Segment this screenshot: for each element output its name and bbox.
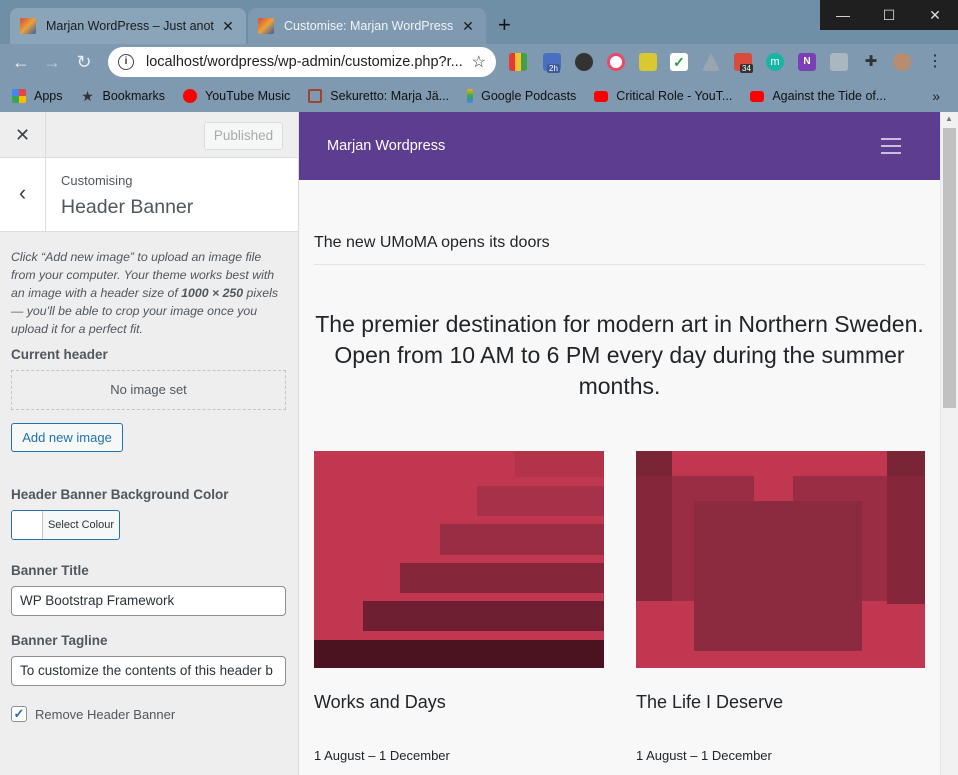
- tab-site[interactable]: Marjan WordPress – Just another ✕: [10, 8, 246, 44]
- add-new-image-button[interactable]: Add new image: [11, 423, 123, 452]
- youtube-icon: [750, 90, 765, 102]
- youtube-icon: [594, 90, 609, 102]
- bookmark-google-podcasts[interactable]: Google Podcasts: [467, 89, 576, 103]
- customizer-header: ✕ Published: [0, 112, 298, 158]
- sekuretto-icon: [308, 89, 323, 103]
- wordpress-favicon-icon: [258, 18, 274, 34]
- wordpress-favicon-icon: [20, 18, 36, 34]
- divider: [314, 264, 925, 265]
- keep-extension-icon[interactable]: [575, 53, 593, 71]
- puzzle-extensions-icon[interactable]: ✚: [862, 53, 880, 71]
- publish-button[interactable]: Published: [204, 122, 283, 150]
- banner-tagline-label: Banner Tagline: [11, 633, 108, 648]
- bookmarks-overflow-icon[interactable]: »: [932, 88, 940, 104]
- close-tab-icon[interactable]: ✕: [460, 18, 476, 35]
- close-tab-icon[interactable]: ✕: [220, 18, 236, 35]
- bookmark-against-the-tide[interactable]: Against the Tide of...: [750, 89, 886, 103]
- card-image-blocks[interactable]: [636, 451, 925, 668]
- banner-title-label: Banner Title: [11, 563, 89, 578]
- select-colour-button[interactable]: Select Colour: [11, 510, 120, 540]
- tab-customizer[interactable]: Customise: Marjan WordPress – J ✕: [248, 8, 486, 44]
- forward-arrow-icon[interactable]: →: [40, 50, 64, 74]
- todoist-extension-icon[interactable]: 34: [734, 53, 753, 73]
- remove-banner-checkbox[interactable]: ✓ Remove Header Banner: [11, 706, 175, 722]
- tab-title: Customise: Marjan WordPress – J: [284, 19, 454, 33]
- hamburger-menu-icon[interactable]: [881, 138, 901, 159]
- scroll-up-icon[interactable]: ▲: [945, 114, 953, 123]
- card-image-stairs[interactable]: [314, 451, 604, 668]
- bg-color-label: Header Banner Background Color: [11, 487, 229, 502]
- post-headline[interactable]: The new UMoMA opens its doors: [314, 234, 550, 252]
- preview-scrollbar[interactable]: ▲: [940, 112, 958, 775]
- window-controls: — ☐ ✕: [820, 0, 958, 30]
- section-header: ‹ Customising Header Banner: [0, 158, 298, 232]
- site-preview: Marjan Wordpress The new UMoMA opens its…: [299, 112, 940, 775]
- apps-grid-icon: [12, 89, 26, 103]
- header-image-description: Click “Add new image” to upload an image…: [11, 250, 278, 336]
- breadcrumb: Customising: [61, 173, 133, 188]
- record-extension-icon[interactable]: [607, 53, 625, 71]
- browser-window: Marjan WordPress – Just another ✕ Custom…: [0, 0, 958, 775]
- bookmark-star-icon[interactable]: ☆: [472, 52, 486, 72]
- url-text[interactable]: localhost/wordpress/wp-admin/customize.p…: [146, 54, 466, 70]
- close-window-button[interactable]: ✕: [912, 0, 958, 30]
- extension-icon[interactable]: [639, 53, 657, 71]
- bookmark-youtube-music[interactable]: YouTube Music: [183, 89, 290, 103]
- minimize-button[interactable]: —: [820, 0, 866, 30]
- star-icon: ★: [81, 88, 94, 104]
- back-arrow-icon[interactable]: ←: [9, 50, 33, 74]
- onenote-extension-icon[interactable]: N: [798, 53, 816, 71]
- menu-kebab-icon[interactable]: ⋮: [926, 53, 944, 71]
- browser-toolbar: ← → ↻ i localhost/wordpress/wp-admin/cus…: [0, 44, 958, 80]
- card-title[interactable]: Works and Days: [314, 692, 446, 713]
- tab-title: Marjan WordPress – Just another: [46, 19, 214, 33]
- bookmark-sekuretto[interactable]: Sekuretto: Marja Jä...: [308, 89, 449, 103]
- bookmark-bookmarks[interactable]: ★ Bookmarks: [81, 88, 165, 104]
- profile-avatar[interactable]: [893, 53, 911, 71]
- drive-extension-icon[interactable]: [702, 53, 720, 71]
- checkbox-check-icon[interactable]: ✓: [11, 706, 27, 722]
- current-header-label: Current header: [11, 347, 108, 362]
- lead-text: The premier destination for modern art i…: [315, 311, 924, 399]
- image-placeholder: No image set: [11, 370, 286, 410]
- close-icon[interactable]: ✕: [0, 112, 46, 158]
- site-info-icon[interactable]: i: [118, 54, 134, 70]
- google-podcasts-icon: [467, 89, 474, 103]
- youtube-music-icon: [183, 89, 198, 103]
- card-date: 1 August – 1 December: [314, 748, 450, 763]
- new-tab-button[interactable]: +: [498, 12, 511, 38]
- site-navbar: Marjan Wordpress: [299, 112, 940, 180]
- card-date: 1 August – 1 December: [636, 748, 772, 763]
- reload-icon[interactable]: ↻: [72, 50, 96, 74]
- tab-strip: Marjan WordPress – Just another ✕ Custom…: [0, 0, 958, 44]
- maximize-button[interactable]: ☐: [866, 0, 912, 30]
- bookmark-critical-role[interactable]: Critical Role - YouT...: [594, 89, 732, 103]
- color-swatch: [12, 511, 43, 539]
- shield-extension-icon[interactable]: [830, 53, 848, 71]
- checkmark-extension-icon[interactable]: ✓: [670, 53, 688, 71]
- bookmark-apps[interactable]: Apps: [12, 89, 63, 103]
- customizer-sidebar: ✕ Published ‹ Customising Header Banner …: [0, 112, 299, 775]
- banner-tagline-input[interactable]: To customize the contents of this header…: [11, 656, 286, 686]
- section-title: Header Banner: [61, 196, 194, 218]
- extension-icon[interactable]: [509, 53, 527, 71]
- site-brand[interactable]: Marjan Wordpress: [327, 138, 445, 154]
- calendar-extension-icon[interactable]: 2h: [543, 53, 561, 73]
- scrollbar-thumb[interactable]: [943, 128, 956, 408]
- address-bar[interactable]: i localhost/wordpress/wp-admin/customize…: [108, 47, 496, 77]
- card-title[interactable]: The Life I Deserve: [636, 692, 783, 713]
- back-chevron-icon[interactable]: ‹: [0, 158, 46, 231]
- banner-title-input[interactable]: WP Bootstrap Framework: [11, 586, 286, 616]
- bookmarks-bar: Apps ★ Bookmarks YouTube Music Sekuretto:…: [0, 80, 958, 112]
- extension-icon[interactable]: m: [766, 53, 784, 71]
